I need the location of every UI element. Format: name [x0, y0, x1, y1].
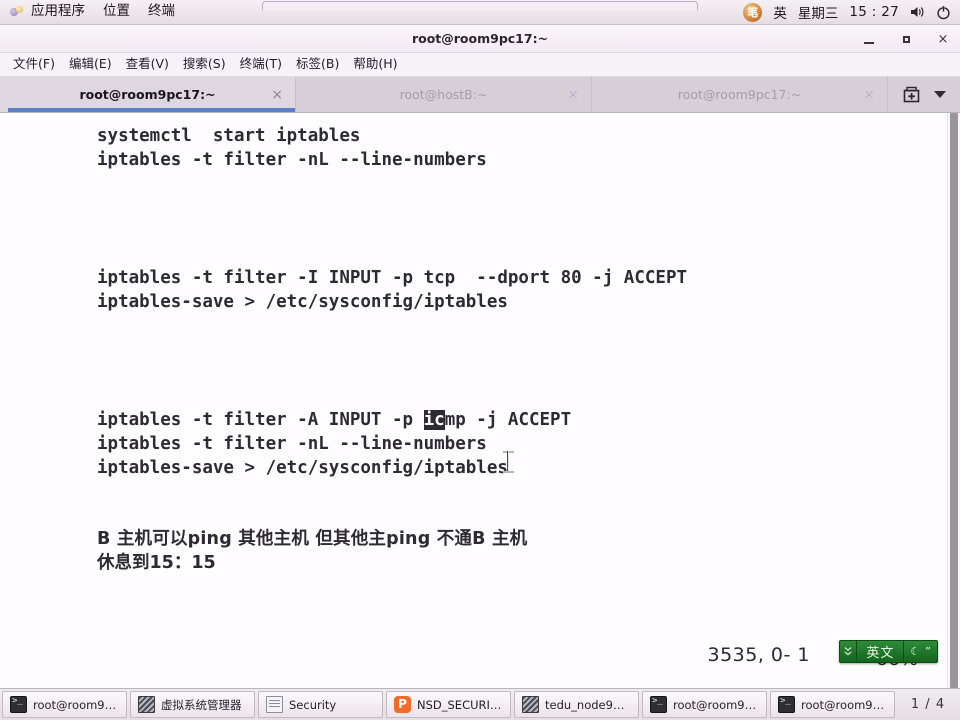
taskbar-item-label: root@room9… — [801, 697, 885, 712]
terminal-content-area[interactable]: systemctl start iptables iptables -t fil… — [0, 113, 960, 688]
maximize-button[interactable] — [895, 28, 917, 50]
ime-floating-toolbar[interactable]: 英文 ☾ ” — [839, 640, 938, 663]
taskbar-item-nsd-security[interactable]: P NSD_SECURI… — [386, 691, 511, 718]
wps-presentation-icon: P — [394, 696, 411, 713]
power-icon[interactable] — [936, 5, 951, 20]
document-icon — [266, 696, 283, 713]
ime-expand-icon[interactable] — [840, 641, 858, 662]
terminal-line-note-2: 休息到15：15 — [97, 552, 216, 573]
menu-tabs[interactable]: 标签(B) — [289, 56, 346, 73]
virtual-machine-manager-icon — [522, 696, 539, 713]
ime-punctuation-icon[interactable]: ” — [925, 645, 931, 658]
taskbar-item-security[interactable]: Security — [258, 691, 383, 718]
taskbar-item-tedu-node92[interactable]: tedu_node92… — [514, 691, 639, 718]
terminal-scrollbar-thumb[interactable] — [950, 113, 958, 688]
clock-time-label[interactable]: 15 : 27 — [849, 4, 899, 20]
tab-label: root@room9pc17:~ — [79, 87, 216, 102]
menubar: 文件(F) 编辑(E) 查看(V) 搜索(S) 终端(T) 标签(B) 帮助(H… — [0, 53, 960, 77]
panel-menu-applications[interactable]: 应用程序 — [0, 0, 94, 25]
virtual-machine-manager-icon — [138, 696, 155, 713]
terminal-text: systemctl start iptables iptables -t fil… — [97, 125, 687, 575]
taskbar-item-label: 虚拟系统管理器 — [161, 697, 242, 712]
taskbar-item-label: root@room9… — [673, 697, 757, 712]
panel-status-area: 笔 英 星期三 15 : 27 — [743, 2, 960, 22]
tab-close-icon[interactable]: × — [567, 88, 579, 102]
ime-mode-label[interactable]: 英文 — [857, 641, 905, 662]
window-controls: × — [858, 25, 954, 53]
terminal-line-9-suffix: mp -j ACCEPT — [444, 410, 572, 431]
volume-icon[interactable] — [910, 5, 925, 19]
panel-menu-applications-label: 应用程序 — [31, 3, 85, 20]
tab-bar: root@room9pc17:~ × root@hostB:~ × root@r… — [0, 77, 960, 113]
terminal-line-5: iptables -t filter -I INPUT -p tcp --dpo… — [97, 268, 688, 289]
tab-close-icon[interactable]: × — [863, 88, 875, 102]
panel-menu-terminal[interactable]: 终端 — [139, 0, 184, 25]
terminal-line-6: iptables-save > /etc/sysconfig/iptables — [97, 291, 508, 312]
terminal-line-1: systemctl start iptables — [97, 126, 361, 146]
menu-file[interactable]: 文件(F) — [6, 56, 62, 73]
taskbar-item-terminal-2[interactable]: root@room9… — [642, 691, 767, 718]
terminal-line-note-1: B 主机可以ping 其他主机 但其他主ping 不通B 主机 — [97, 528, 528, 549]
panel-menu-terminal-label: 终端 — [148, 3, 175, 20]
taskbar-item-virt-manager[interactable]: 虚拟系统管理器 — [130, 691, 255, 718]
terminal-selection-highlight: ic — [423, 410, 445, 431]
tab-label: root@hostB:~ — [399, 87, 488, 102]
menu-search[interactable]: 搜索(S) — [176, 56, 233, 73]
taskbar-item-label: NSD_SECURI… — [417, 697, 502, 712]
taskbar-item-terminal-1[interactable]: root@room9… — [2, 691, 127, 718]
tab-root-room9pc17-2[interactable]: root@room9pc17:~ × — [592, 77, 888, 112]
clock-day-label: 星期三 — [797, 6, 839, 22]
taskbar-item-label: Security — [289, 697, 337, 712]
terminal-line-10: iptables -t filter -nL --line-numbers — [97, 434, 487, 455]
applications-icon — [9, 4, 25, 20]
terminal-icon — [778, 696, 795, 713]
panel-menu-places-label: 位置 — [103, 3, 130, 20]
taskbar: root@room9… 虚拟系统管理器 Security P NSD_SECUR… — [0, 688, 960, 720]
menu-help[interactable]: 帮助(H) — [346, 56, 404, 73]
ime-extra-buttons[interactable]: ☾ ” — [904, 641, 937, 662]
tab-bar-tools — [888, 77, 960, 112]
taskbar-item-label: tedu_node92… — [545, 697, 631, 712]
terminal-line-9-prefix: iptables -t filter -A INPUT -p — [97, 410, 424, 431]
new-tab-icon[interactable] — [903, 86, 920, 103]
tab-label: root@room9pc17:~ — [677, 87, 802, 102]
menu-edit[interactable]: 编辑(E) — [62, 56, 119, 73]
taskbar-item-label: root@room9… — [33, 697, 117, 712]
terminal-line-11: iptables-save > /etc/sysconfig/iptables — [97, 457, 508, 478]
minimize-button[interactable] — [858, 28, 880, 50]
terminal-icon — [650, 696, 667, 713]
window-title: root@room9pc17:~ — [411, 31, 549, 46]
terminal-scrollbar[interactable] — [947, 113, 960, 688]
close-button[interactable]: × — [932, 28, 954, 50]
window-titlebar[interactable]: root@room9pc17:~ × — [0, 25, 960, 53]
background-window-frame — [262, 1, 698, 10]
terminal-line-2: iptables -t filter -nL --line-numbers — [97, 149, 487, 170]
menu-view[interactable]: 查看(V) — [119, 56, 176, 73]
terminal-window: root@room9pc17:~ × 文件(F) 编辑(E) 查看(V) 搜索(… — [0, 25, 960, 688]
taskbar-item-terminal-3[interactable]: root@room9… — [770, 691, 895, 718]
menu-terminal[interactable]: 终端(T) — [233, 56, 289, 73]
ime-indicator-icon[interactable]: 笔 — [743, 2, 763, 22]
tab-root-room9pc17-1[interactable]: root@room9pc17:~ × — [0, 77, 296, 112]
status-cursor-position: 3535, 0- 1 — [707, 644, 810, 666]
terminal-icon — [10, 696, 27, 713]
panel-menu-places[interactable]: 位置 — [94, 0, 139, 25]
tab-close-icon[interactable]: × — [271, 88, 283, 102]
chevron-down-icon[interactable] — [933, 91, 946, 98]
tab-root-hostb[interactable]: root@hostB:~ × — [296, 77, 592, 112]
ime-language-label[interactable]: 英 — [773, 2, 787, 22]
ime-moon-icon[interactable]: ☾ — [910, 645, 920, 658]
workspace-pager[interactable]: 1 / 4 — [898, 691, 958, 718]
